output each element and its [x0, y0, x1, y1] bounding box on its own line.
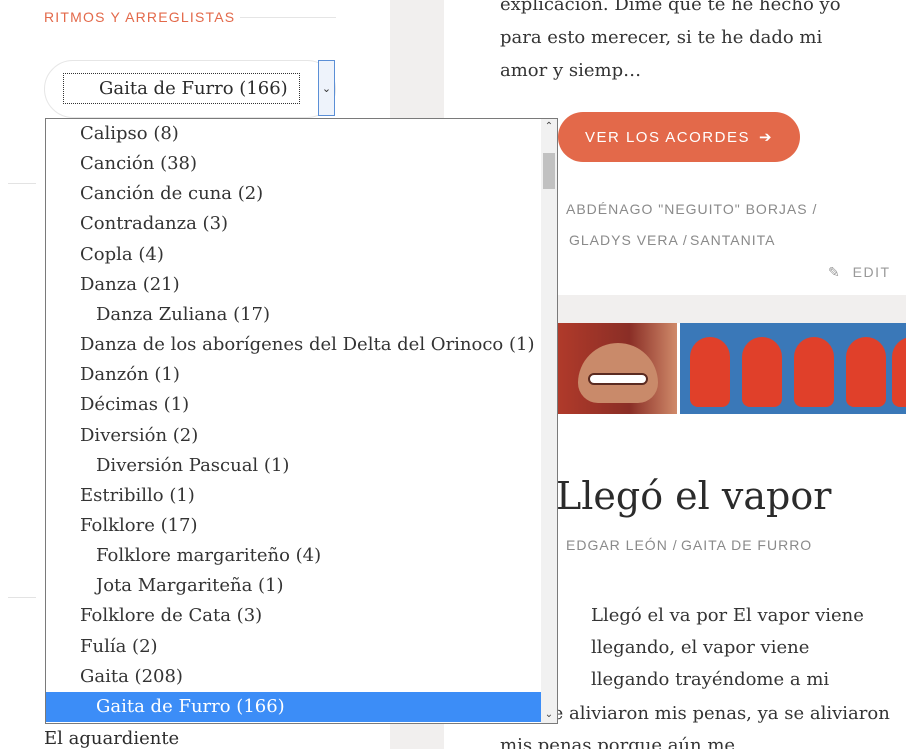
post-content: a Ya se aliviaron mis penas, ya se alivi…	[500, 703, 890, 749]
pencil-icon: ✎	[828, 265, 842, 281]
category-select[interactable]: Gaita de Furro (166)	[63, 73, 300, 104]
figure-image	[741, 337, 782, 407]
arrow-right-icon: ➔	[758, 128, 774, 146]
post-meta-artist[interactable]: GLADYS VERA /	[569, 232, 688, 248]
dropdown-option[interactable]: Décimas (1)	[46, 390, 542, 420]
figure-image	[891, 337, 906, 407]
figure-image	[793, 337, 834, 407]
scrollbar-thumb[interactable]	[543, 153, 555, 189]
dropdown-option[interactable]: Danza de los aborígenes del Delta del Or…	[46, 330, 542, 360]
scrollbar[interactable]: ⌃ ⌄	[541, 119, 557, 723]
ver-acordes-button[interactable]: VER LOS ACORDES ➔	[558, 112, 800, 162]
post-excerpt: explicación. Dime que te he hecho yo par…	[500, 0, 841, 81]
divider	[8, 597, 36, 598]
thumbnail-image	[558, 323, 677, 414]
post-link[interactable]: El aguardiente	[44, 728, 179, 749]
edit-link[interactable]: ✎ EDIT	[828, 264, 891, 281]
post-meta-artist[interactable]: SANTANITA	[690, 232, 776, 248]
post-meta-author[interactable]: EDGAR LEÓN /	[566, 537, 678, 553]
post-thumbnail[interactable]	[558, 323, 906, 414]
thumbnail-image	[679, 323, 906, 414]
dropdown-option[interactable]: Calipso (8)	[46, 119, 542, 149]
dropdown-option[interactable]: Danza (21)	[46, 270, 542, 300]
dropdown-option[interactable]: Gaita (208)	[46, 662, 542, 692]
scroll-up-icon[interactable]: ⌃	[541, 119, 557, 135]
face-image	[578, 343, 658, 403]
dropdown-option[interactable]: Folklore de Cata (3)	[46, 601, 542, 631]
dropdown-option[interactable]: Canción de cuna (2)	[46, 179, 542, 209]
dropdown-option[interactable]: Folklore margariteño (4)	[46, 541, 542, 571]
dropdown-option[interactable]: Contradanza (3)	[46, 209, 542, 239]
category-dropdown-list[interactable]: Calipso (8) Canción (38) Canción de cuna (…	[45, 118, 558, 724]
post-content: Llegó el va por El vapor viene llegando,…	[591, 605, 864, 690]
figure-image	[689, 337, 730, 407]
figure-image	[845, 337, 886, 407]
smile-image	[588, 373, 648, 385]
sidebar-widget-title: RITMOS Y ARREGLISTAS	[44, 9, 236, 25]
scroll-down-icon[interactable]: ⌄	[541, 707, 557, 723]
dropdown-option[interactable]: Diversión Pascual (1)	[46, 451, 542, 481]
dropdown-option[interactable]: Jota Margariteña (1)	[46, 571, 542, 601]
post-meta-rhythm[interactable]: GAITA DE FURRO	[681, 537, 812, 553]
dropdown-option[interactable]: Danzón (1)	[46, 360, 542, 390]
dropdown-option[interactable]: Fulía (2)	[46, 632, 542, 662]
dropdown-option[interactable]: Gaita de Furro (166)	[46, 691, 542, 722]
dropdown-option[interactable]: Estribillo (1)	[46, 481, 542, 511]
post-meta-author[interactable]: ABDÉNAGO "NEGUITO" BORJAS /	[566, 201, 817, 217]
dropdown-option[interactable]: Folklore (17)	[46, 511, 542, 541]
title-divider	[240, 17, 336, 18]
dropdown-option[interactable]: Diversión (2)	[46, 421, 542, 451]
divider	[8, 183, 36, 184]
chevron-down-icon[interactable]: ⌄	[318, 60, 335, 116]
dropdown-option[interactable]: Danza Zuliana (17)	[46, 300, 542, 330]
post-title[interactable]: Llegó el vapor	[556, 474, 831, 518]
edit-label: EDIT	[852, 264, 891, 280]
dropdown-option[interactable]: Canción (38)	[46, 149, 542, 179]
dropdown-option[interactable]: Copla (4)	[46, 240, 542, 270]
button-label: VER LOS ACORDES	[584, 128, 750, 146]
